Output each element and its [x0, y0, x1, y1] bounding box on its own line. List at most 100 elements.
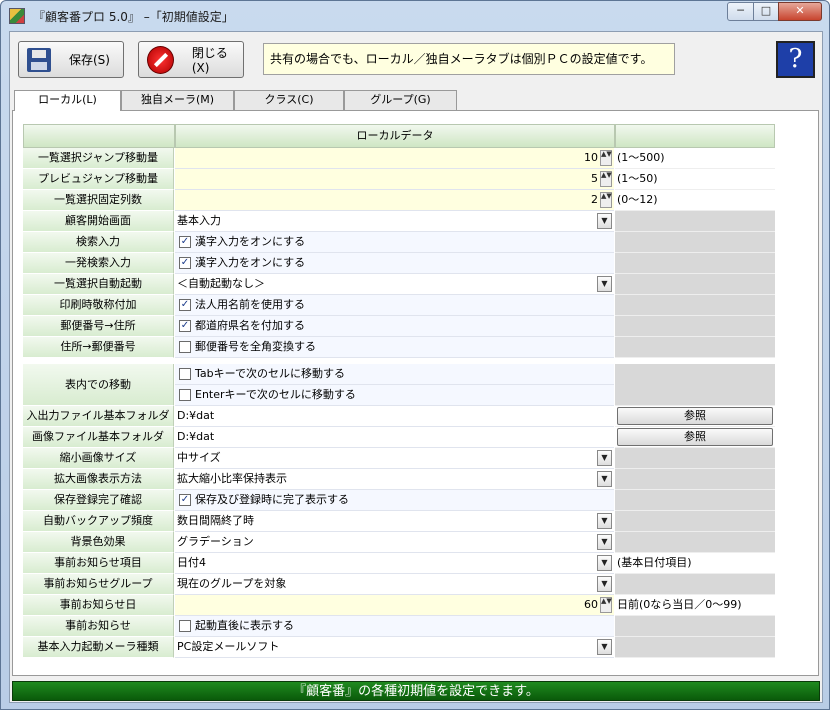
checkbox-field[interactable]: 郵便番号を全角変換する — [175, 337, 614, 358]
chevron-down-icon[interactable]: ▼ — [597, 555, 612, 571]
row-note — [615, 448, 775, 469]
grid-header-corner — [23, 124, 175, 148]
table-row: 住所→郵便番号 郵便番号を全角変換する — [23, 337, 775, 358]
tab-own-mailer[interactable]: 独自メーラ(M) — [121, 90, 234, 110]
checkbox-enter-move[interactable] — [179, 389, 191, 401]
number-stepper[interactable]: 10 ▲▼ — [175, 148, 614, 169]
tab-local[interactable]: ローカル(L) — [14, 90, 121, 111]
dropdown-select[interactable]: 拡大縮小比率保持表示 ▼ — [175, 469, 614, 490]
number-stepper[interactable]: 5 ▲▼ — [175, 169, 614, 190]
dropdown-select[interactable]: 基本入力 ▼ — [175, 211, 614, 232]
number-stepper[interactable]: 60 ▲▼ — [175, 595, 614, 616]
dropdown-select[interactable]: 数日間隔終了時 ▼ — [175, 511, 614, 532]
folder-path-field[interactable]: D:¥dat — [175, 427, 614, 448]
tab-group[interactable]: グループ(G) — [344, 90, 457, 110]
dropdown-select[interactable]: 日付4 ▼ — [175, 553, 614, 574]
table-row: 縮小画像サイズ 中サイズ ▼ — [23, 448, 775, 469]
dropdown-select[interactable]: 中サイズ ▼ — [175, 448, 614, 469]
spin-arrows-icon[interactable]: ▲▼ — [600, 150, 612, 166]
row-label: 事前お知らせグループ — [23, 574, 174, 595]
checkbox[interactable]: ✓ — [179, 320, 191, 332]
checkbox-field[interactable]: ✓ 漢字入力をオンにする — [175, 253, 614, 274]
row-note — [615, 316, 775, 337]
chevron-down-icon[interactable]: ▼ — [597, 276, 612, 292]
table-row: 一覧選択自動起動 ＜自動起動なし＞ ▼ — [23, 274, 775, 295]
spin-arrows-icon[interactable]: ▲▼ — [600, 171, 612, 187]
minimize-button[interactable]: ─ — [727, 2, 754, 21]
maximize-button[interactable]: □ — [753, 2, 779, 21]
checkbox[interactable] — [179, 341, 191, 353]
checkbox-field[interactable]: ✓ 法人用名前を使用する — [175, 295, 614, 316]
table-row: 拡大画像表示方法 拡大縮小比率保持表示 ▼ — [23, 469, 775, 490]
spin-arrows-icon[interactable]: ▲▼ — [600, 597, 612, 613]
row-note: (0～12) — [615, 190, 775, 211]
save-button[interactable]: 保存(S) — [18, 41, 124, 78]
table-row: 一覧選択ジャンプ移動量 10 ▲▼ (1～500) — [23, 148, 775, 169]
row-label: 保存登録完了確認 — [23, 490, 174, 511]
close-button[interactable]: 閉じる(X) — [138, 41, 244, 78]
row-button-cell: 参照 — [615, 406, 775, 427]
close-button-label: 閉じる(X) — [191, 46, 228, 75]
row-note — [615, 364, 775, 406]
row-note — [615, 469, 775, 490]
row-note: (1～500) — [615, 148, 775, 169]
dropdown-select[interactable]: PC設定メールソフト ▼ — [175, 637, 614, 658]
chevron-down-icon[interactable]: ▼ — [597, 639, 612, 655]
number-stepper[interactable]: 2 ▲▼ — [175, 190, 614, 211]
help-button[interactable]: ? — [776, 41, 815, 78]
window-title: 『顧客番プロ 5.0』 –「初期値設定」 — [33, 10, 234, 24]
row-label: 一発検索入力 — [23, 253, 174, 274]
spin-arrows-icon[interactable]: ▲▼ — [600, 192, 612, 208]
dropdown-select[interactable]: 現在のグループを対象 ▼ — [175, 574, 614, 595]
table-row-move: 表内での移動 Tabキーで次のセルに移動する Enterキーで次のセルに移動する — [23, 364, 775, 406]
row-label: 事前お知らせ日 — [23, 595, 174, 616]
checkbox[interactable]: ✓ — [179, 257, 191, 269]
row-note — [615, 511, 775, 532]
checkbox[interactable]: ✓ — [179, 299, 191, 311]
stepper-value: 60 — [584, 598, 598, 611]
row-note: (1～50) — [615, 169, 775, 190]
table-row: プレビュジャンプ移動量 5 ▲▼ (1～50) — [23, 169, 775, 190]
row-label: 一覧選択固定列数 — [23, 190, 174, 211]
checkbox-field[interactable]: 起動直後に表示する — [175, 616, 614, 637]
chevron-down-icon[interactable]: ▼ — [597, 534, 612, 550]
checkbox-label: 保存及び登録時に完了表示する — [195, 493, 349, 506]
checkbox[interactable]: ✓ — [179, 494, 191, 506]
row-value-tab-move[interactable]: Tabキーで次のセルに移動する — [175, 364, 614, 385]
table-row: 顧客開始画面 基本入力 ▼ — [23, 211, 775, 232]
row-value-enter-move[interactable]: Enterキーで次のセルに移動する — [175, 385, 614, 406]
tab-class[interactable]: クラス(C) — [234, 90, 344, 110]
checkbox[interactable]: ✓ — [179, 236, 191, 248]
browse-button[interactable]: 参照 — [617, 428, 773, 446]
checkbox-field[interactable]: ✓ 都道府県名を付加する — [175, 316, 614, 337]
chevron-down-icon[interactable]: ▼ — [597, 513, 612, 529]
client-area: 保存(S) 閉じる(X) 共有の場合でも、ローカル／独自メーラタブは個別ＰＣの設… — [9, 31, 823, 703]
chevron-down-icon[interactable]: ▼ — [597, 213, 612, 229]
window-close-button[interactable]: ✕ — [778, 2, 822, 21]
dropdown-value: グラデーション — [177, 535, 254, 548]
checkbox-tab-move[interactable] — [179, 368, 191, 380]
table-row: 印刷時敬称付加 ✓ 法人用名前を使用する — [23, 295, 775, 316]
prohibited-icon — [147, 45, 174, 74]
row-note — [615, 337, 775, 358]
dropdown-value: 現在のグループを対象 — [177, 577, 287, 590]
row-note: (基本日付項目) — [615, 553, 775, 574]
checkbox-label: 都道府県名を付加する — [195, 319, 305, 332]
row-note — [615, 211, 775, 232]
row-label: 表内での移動 — [23, 364, 174, 406]
chevron-down-icon[interactable]: ▼ — [597, 576, 612, 592]
table-row: 背景色効果 グラデーション ▼ — [23, 532, 775, 553]
row-label: 事前お知らせ — [23, 616, 174, 637]
chevron-down-icon[interactable]: ▼ — [597, 471, 612, 487]
row-label: 基本入力起動メーラ種類 — [23, 637, 174, 658]
checkbox-field[interactable]: ✓ 漢字入力をオンにする — [175, 232, 614, 253]
checkbox-field[interactable]: ✓ 保存及び登録時に完了表示する — [175, 490, 614, 511]
folder-path-field[interactable]: D:¥dat — [175, 406, 614, 427]
checkbox-label: Tabキーで次のセルに移動する — [195, 367, 345, 380]
row-label: プレビュジャンプ移動量 — [23, 169, 174, 190]
dropdown-select[interactable]: ＜自動起動なし＞ ▼ — [175, 274, 614, 295]
dropdown-select[interactable]: グラデーション ▼ — [175, 532, 614, 553]
browse-button[interactable]: 参照 — [617, 407, 773, 425]
chevron-down-icon[interactable]: ▼ — [597, 450, 612, 466]
checkbox[interactable] — [179, 620, 191, 632]
